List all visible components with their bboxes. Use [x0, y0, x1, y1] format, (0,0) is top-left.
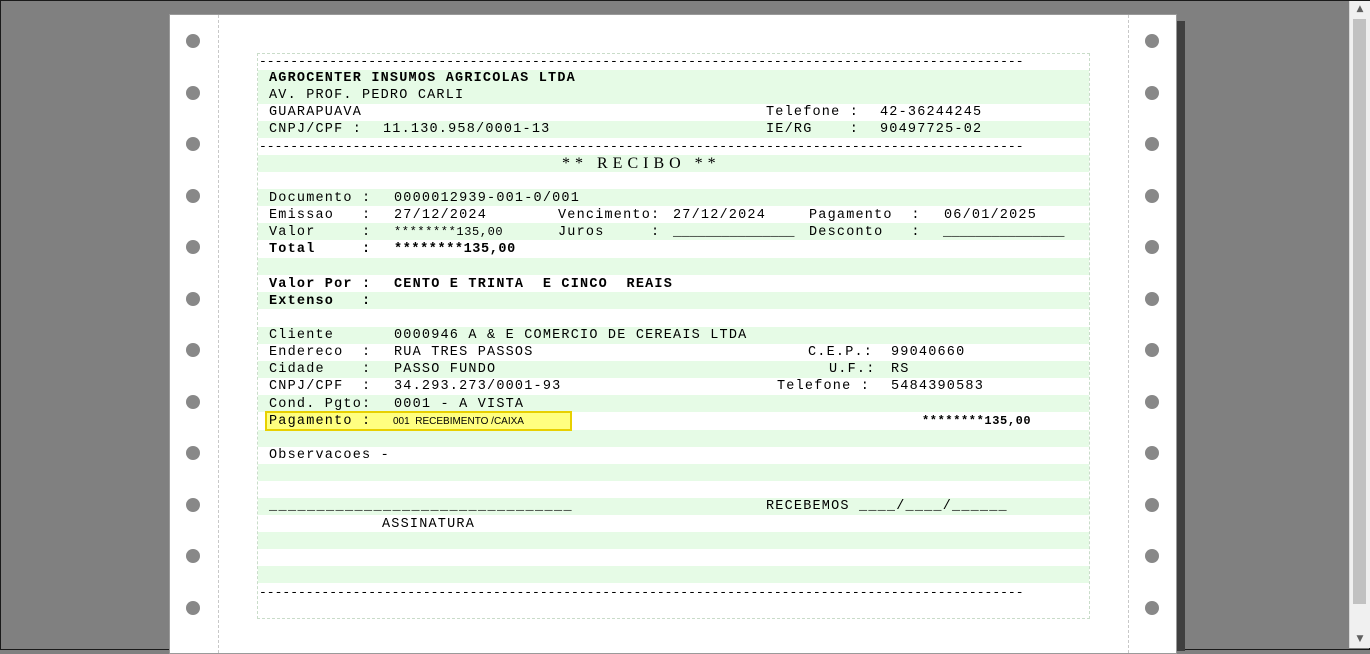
company-address: AV. PROF. PEDRO CARLI: [269, 88, 465, 103]
cep-value: 99040660: [891, 345, 966, 360]
signature-line: ________________________________: [269, 499, 574, 514]
juros-label: Juros :: [558, 225, 661, 240]
company-ie: 90497725-02: [880, 122, 983, 137]
perforation-right: [1128, 15, 1129, 653]
feed-hole: [186, 394, 200, 409]
feed-hole: [1145, 600, 1159, 615]
desconto-blank: _______________: [943, 225, 1065, 240]
client-cnpj-label: CNPJ/CPF :: [269, 379, 372, 394]
valor-amount: ********135,00: [394, 225, 504, 239]
feed-hole: [1145, 549, 1159, 563]
feed-hole: [1145, 240, 1159, 254]
endereco-value: RUA TRES PASSOS: [394, 345, 534, 360]
feed-hole: [186, 600, 200, 615]
feed-hole: [186, 34, 200, 48]
cond-pgto-label: Cond. Pgto:: [269, 397, 372, 412]
valor-por-label: Valor Por :: [269, 277, 372, 292]
payment-method-label: Pagamento :: [269, 414, 372, 429]
desconto-label: Desconto :: [809, 225, 921, 240]
cliente-label: Cliente: [269, 328, 335, 343]
company-cnpj: 11.130.958/0001-13: [383, 122, 551, 137]
cep-label: C.E.P.:: [808, 345, 874, 360]
feed-hole: [1145, 497, 1159, 512]
client-phone-value: 5484390583: [891, 379, 985, 394]
uf-value: RS: [891, 362, 910, 377]
feed-hole: [1145, 291, 1159, 306]
separator-header: ----------------------------------------…: [259, 139, 1024, 154]
receipt-title: ** RECIBO **: [562, 155, 721, 172]
uf-label: U.F.:: [829, 362, 876, 377]
company-phone: 42-36244245: [880, 105, 983, 120]
document-label: Documento :: [269, 191, 372, 206]
feed-hole: [186, 497, 200, 512]
recebemos-date: RECEBEMOS ____/____/______: [766, 499, 1008, 514]
scroll-down-icon[interactable]: ▼: [1350, 631, 1370, 648]
endereco-label: Endereco :: [269, 345, 372, 360]
feed-hole: [1145, 394, 1159, 409]
company-name: AGROCENTER INSUMOS AGRICOLAS LTDA: [269, 71, 576, 86]
feed-hole: [186, 137, 200, 151]
scroll-thumb[interactable]: [1353, 19, 1366, 604]
cond-pgto-value: 0001 - A VISTA: [394, 397, 525, 412]
payment-method-value: 001 RECEBIMENTO /CAIXA: [393, 416, 524, 427]
feed-hole: [186, 343, 200, 357]
client-cnpj-value: 34.293.273/0001-93: [394, 379, 562, 394]
client-phone-label: Telefone :: [777, 379, 871, 394]
emissao-label: Emissao :: [269, 208, 372, 223]
valor-extenso: CENTO E TRINTA E CINCO REAIS: [394, 277, 674, 292]
feed-hole: [186, 240, 200, 254]
assinatura-label: ASSINATURA: [382, 517, 476, 532]
feed-hole: [186, 291, 200, 306]
feed-hole: [1145, 137, 1159, 151]
separator-top: ----------------------------------------…: [259, 54, 1024, 69]
payment-amount: ********135,00: [922, 414, 1032, 428]
pagamento-date: 06/01/2025: [944, 208, 1038, 223]
feed-hole: [1145, 34, 1159, 48]
separator-bottom: ----------------------------------------…: [259, 585, 1024, 600]
company-cnpj-label: CNPJ/CPF :: [269, 122, 363, 137]
total-amount: ********135,00: [394, 242, 516, 257]
vencimento-label: Vencimento:: [558, 208, 661, 223]
scroll-up-icon[interactable]: ▲: [1350, 1, 1370, 18]
juros-blank: _______________: [673, 225, 795, 240]
feed-hole: [186, 549, 200, 563]
company-ie-label: IE/RG :: [766, 122, 860, 137]
document-number: 0000012939-001-0/001: [394, 191, 581, 206]
cidade-value: PASSO FUNDO: [394, 362, 497, 377]
cliente-name: 0000946 A & E COMERCIO DE CEREAIS LTDA: [394, 328, 748, 343]
emissao-date: 27/12/2024: [394, 208, 488, 223]
feed-hole: [186, 446, 200, 460]
perforation-left: [218, 15, 219, 653]
feed-hole: [1145, 343, 1159, 357]
valor-label: Valor :: [269, 225, 372, 240]
total-label: Total :: [269, 242, 372, 257]
extenso-label: Extenso :: [269, 294, 372, 309]
observacoes-label: Observacoes -: [269, 448, 390, 463]
feed-hole: [186, 85, 200, 100]
vertical-scrollbar[interactable]: ▲ ▼: [1349, 1, 1370, 648]
vencimento-date: 27/12/2024: [673, 208, 767, 223]
feed-hole: [1145, 446, 1159, 460]
company-phone-label: Telefone :: [766, 105, 860, 120]
feed-hole: [1145, 85, 1159, 100]
feed-hole: [186, 188, 200, 203]
feed-hole: [1145, 188, 1159, 203]
company-city: GUARAPUAVA: [269, 105, 363, 120]
pagamento-date-label: Pagamento :: [809, 208, 921, 223]
cidade-label: Cidade :: [269, 362, 372, 377]
